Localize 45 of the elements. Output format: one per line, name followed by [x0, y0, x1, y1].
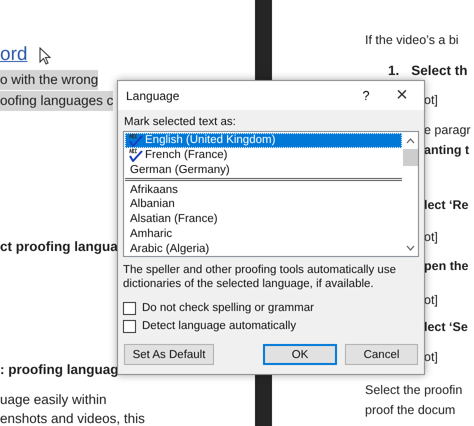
heading-text: ct proofing langua — [0, 238, 118, 256]
language-item[interactable]: Arabic (Algeria) — [125, 241, 402, 256]
body-text: uage easily within — [0, 391, 107, 409]
scrollbar-thumb[interactable] — [403, 149, 418, 166]
heading-text: pen the — [424, 258, 468, 275]
body-text: ot] — [424, 229, 438, 246]
heading-text: : proofing languag — [0, 361, 118, 379]
dialog-button[interactable]: OK — [263, 344, 337, 365]
selected-text: o with the wrong — [0, 70, 98, 90]
checkbox[interactable] — [123, 320, 136, 332]
body-text: ot] — [424, 349, 438, 366]
language-item[interactable]: Albanian — [125, 196, 402, 212]
mouse-pointer-icon — [39, 47, 52, 66]
dialog-button[interactable]: Cancel — [345, 344, 418, 365]
description-text: The speller and other proofing tools automatically use dictionaries of the selected language, if available. — [123, 263, 397, 291]
link[interactable]: ord — [0, 45, 28, 65]
checkbox-label[interactable]: Detect language automatically — [142, 320, 296, 332]
dialog-title: Language — [126, 88, 180, 102]
heading-text: lect ‘Re — [424, 197, 468, 214]
body-text: enshots and videos, this — [0, 410, 145, 426]
heading-text: anting t — [424, 142, 470, 159]
scroll-down-icon[interactable] — [406, 244, 415, 250]
heading-text: Select th — [411, 62, 468, 78]
body-text: Select the proofin — [365, 382, 462, 399]
list-label: Mark selected text as: — [124, 116, 237, 128]
dialog-button[interactable]: Set As Default — [124, 344, 214, 365]
language-list[interactable]: English (United Kingdom) French (France) German (Germany) Afrikaans Albanian Alsatian (France) Amharic Arabic (Algeria) — [123, 131, 419, 257]
checkbox-label[interactable]: Do not check spelling or grammar — [142, 302, 314, 314]
selected-text: oofing languages c — [0, 91, 114, 111]
scroll-up-icon[interactable] — [406, 138, 415, 144]
language-item[interactable]: Amharic — [125, 226, 402, 242]
close-button[interactable]: × — [380, 84, 424, 107]
heading-text: lect ‘Se — [424, 319, 468, 336]
checkbox[interactable] — [123, 302, 136, 314]
body-text: If the video’s a bi — [365, 32, 459, 49]
body-text: proof the docum — [365, 402, 456, 419]
language-item[interactable]: Alsatian (France) — [125, 212, 402, 226]
help-button[interactable]: ? — [352, 88, 380, 103]
language-item[interactable]: French (France) — [125, 148, 402, 162]
language-item[interactable]: German (Germany) — [125, 162, 402, 178]
body-text: ot] — [424, 92, 438, 109]
body-text: ot] — [424, 292, 438, 309]
language-item[interactable]: Afrikaans — [125, 182, 402, 197]
language-item[interactable]: English (United Kingdom) — [125, 133, 402, 148]
list-number: 1. — [388, 62, 400, 78]
